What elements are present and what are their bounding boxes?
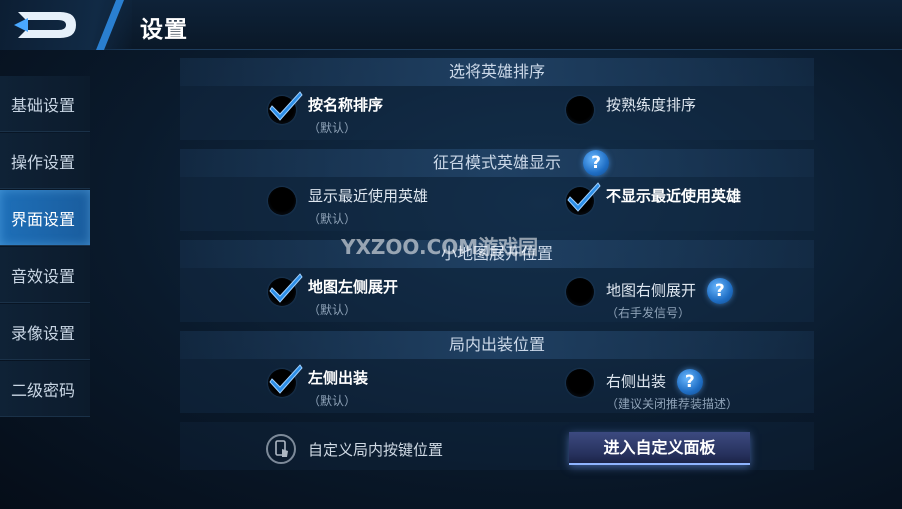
section-title: 征召模式英雄显示 ? [180,149,814,177]
option-hint: （建议关闭推荐装描述） [606,397,739,411]
option-hint: （默认） [308,394,357,408]
section-title: 选将英雄排序 [180,58,814,86]
radio-button[interactable] [268,364,303,397]
sort-by-proficiency-option[interactable]: 按熟练度排序 [566,96,696,124]
checkmark-icon [269,364,303,394]
equip-right-option[interactable]: 右侧出装 ? （建议关闭推荐装描述） [566,369,738,412]
radio-button[interactable] [566,96,594,124]
option-label: 按熟练度排序 [606,96,697,114]
sidebar-item-replay[interactable]: 录像设置 [0,304,90,360]
map-right-option[interactable]: 地图右侧展开 ? （右手发信号） [566,278,733,321]
section-title: 局内出装位置 [180,331,814,359]
option-label-text: 地图右侧展开 [606,281,697,300]
sort-by-name-option[interactable]: 按名称排序 （默认） [268,91,384,136]
sidebar-item-label: 基础设置 [11,95,76,115]
option-label-text: 右侧出装 [606,372,667,391]
option-label: 不显示最近使用英雄 [606,187,742,205]
equip-position-section: 局内出装位置 左侧出装 （默认） 右侧出装 ? （建议关闭推荐装描述） [180,331,814,413]
sidebar-item-interface[interactable]: 界面设置 [0,190,90,246]
option-label: 左侧出装 [308,369,369,387]
radio-button[interactable] [268,187,296,215]
radio-button[interactable] [566,278,594,306]
custom-layout-label: 自定义局内按键位置 [308,440,444,459]
sidebar-item-label: 录像设置 [11,323,76,343]
option-label: 右侧出装 ? [606,369,738,395]
sidebar-item-label: 二级密码 [11,380,76,400]
enter-custom-panel-button[interactable]: 进入自定义面板 [569,432,750,465]
hero-sort-section: 选将英雄排序 按名称排序 （默认） 按熟练度排序 [180,58,814,140]
sidebar-item-label: 界面设置 [11,209,76,229]
show-recent-heroes-option[interactable]: 显示最近使用英雄 （默认） [268,187,428,227]
phone-touch-icon [266,434,296,464]
equip-left-option[interactable]: 左侧出装 （默认） [268,364,369,409]
section-title-text: 征召模式英雄显示 [432,153,561,172]
sidebar-item-label: 操作设置 [11,152,76,172]
sidebar-item-controls[interactable]: 操作设置 [0,133,90,189]
radio-button[interactable] [268,91,303,124]
option-hint: （右手发信号） [606,306,691,320]
settings-panel: 选将英雄排序 按名称排序 （默认） 按熟练度排序 征召模式英雄显示 ? 显示最近… [180,58,814,470]
hide-recent-heroes-option[interactable]: 不显示最近使用英雄 [566,182,742,215]
summon-mode-section: 征召模式英雄显示 ? 显示最近使用英雄 （默认） 不显示最近使用英雄 [180,149,814,231]
option-hint: （默认） [308,303,357,317]
watermark: YXZOO.COM游戏园 [341,235,539,259]
sidebar-item-basic[interactable]: 基础设置 [0,76,90,132]
option-label: 按名称排序 [308,96,384,114]
checkmark-icon [269,273,303,303]
radio-button[interactable] [566,182,601,215]
sidebar-item-audio[interactable]: 音效设置 [0,247,90,303]
radio-button[interactable] [566,369,594,397]
radio-button[interactable] [268,273,303,306]
sidebar-item-label: 音效设置 [11,266,76,286]
top-bar: 设置 [0,0,902,50]
help-icon[interactable]: ? [583,150,609,176]
option-label: 地图右侧展开 ? [606,278,733,304]
help-icon[interactable]: ? [676,369,703,395]
back-arrow-logo-icon [14,12,76,38]
page-title: 设置 [140,17,188,43]
header-slash-decoration [96,0,124,50]
help-icon[interactable]: ? [706,278,733,304]
option-hint: （默认） [308,121,357,135]
map-left-option[interactable]: 地图左侧展开 （默认） [268,273,399,318]
option-label: 地图左侧展开 [308,278,399,296]
settings-sidebar: 基础设置 操作设置 界面设置 音效设置 录像设置 二级密码 [0,76,90,418]
sidebar-item-password[interactable]: 二级密码 [0,361,90,417]
option-hint: （默认） [308,212,357,226]
checkmark-icon [269,91,303,121]
checkmark-icon [567,182,601,212]
option-label: 显示最近使用英雄 [308,187,429,205]
custom-layout-row: 自定义局内按键位置 [266,434,443,464]
